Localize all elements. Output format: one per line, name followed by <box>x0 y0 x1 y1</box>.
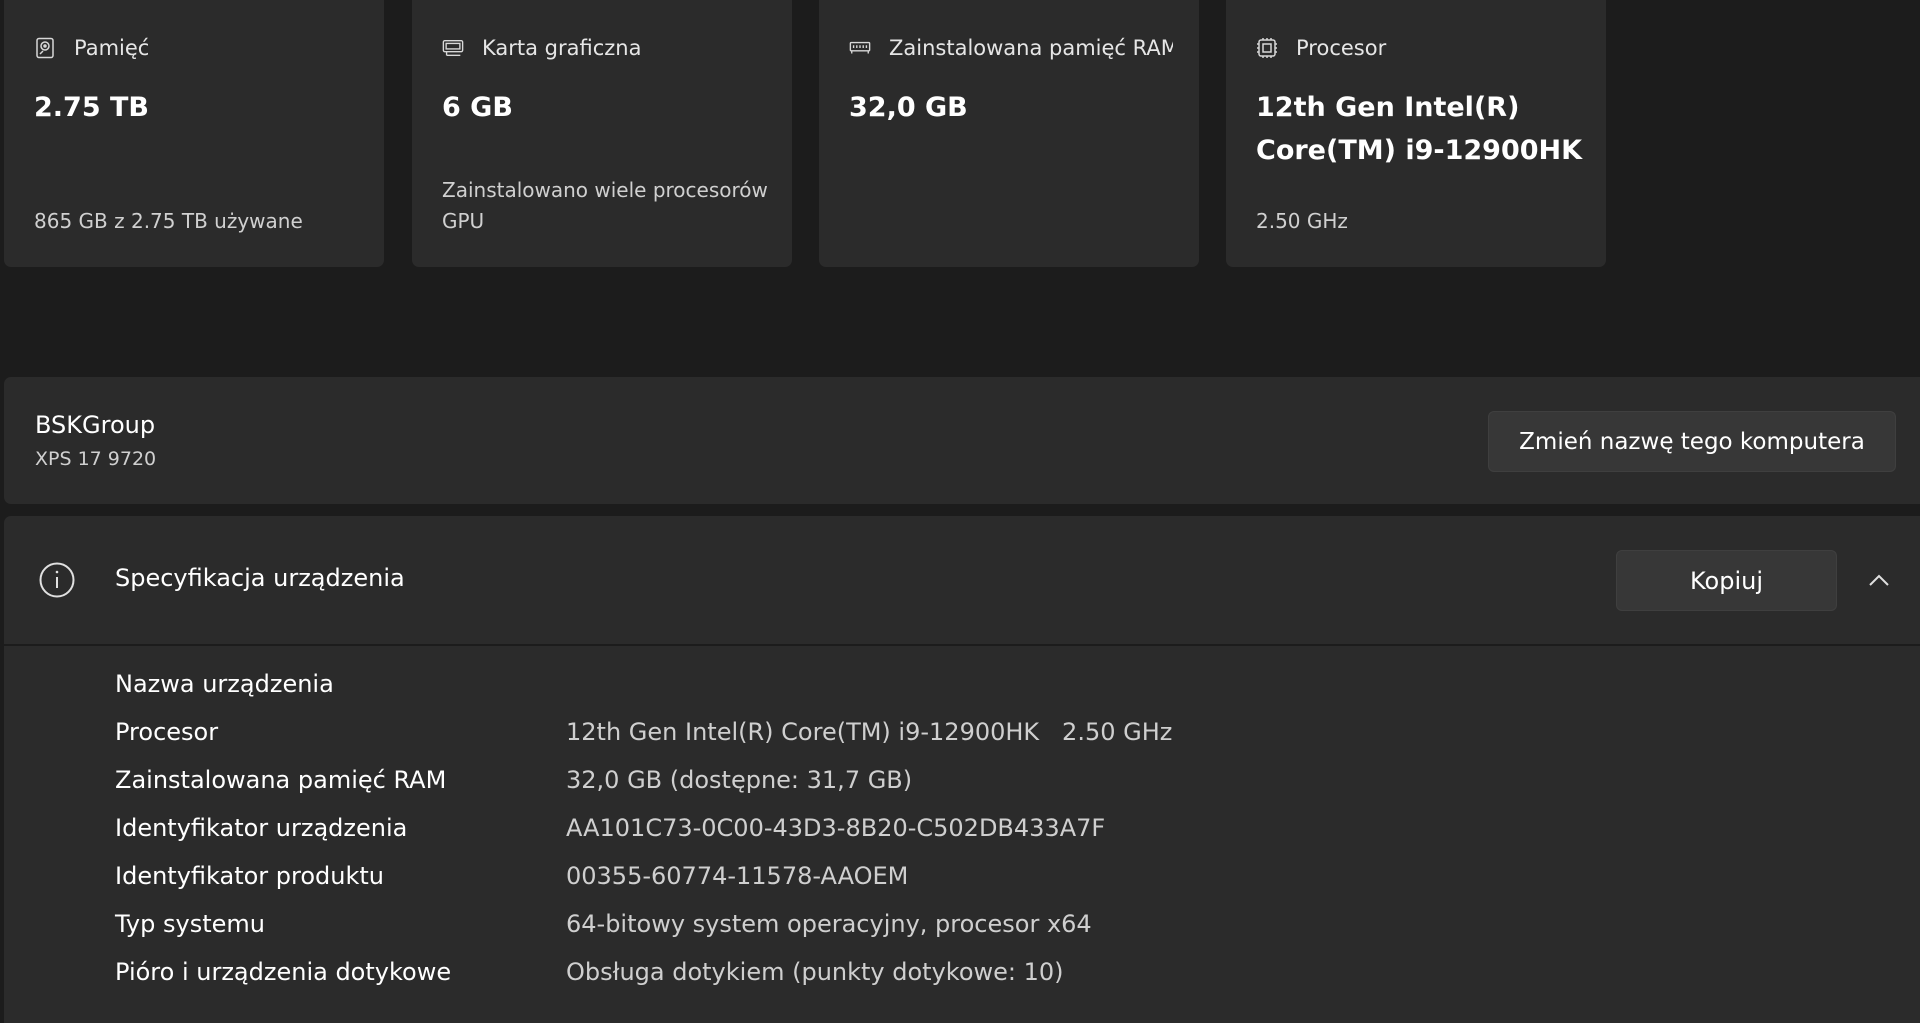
device-spec-list: Nazwa urządzenia Procesor 12th Gen Intel… <box>4 646 1920 1023</box>
spec-value: Obsługa dotykiem (punkty dotykowe: 10) <box>566 958 1064 986</box>
device-name-section: BSKGroup XPS 17 9720 Zmień nazwę tego ko… <box>4 377 1920 504</box>
device-spec-header[interactable]: Specyfikacja urządzenia Kopiuj <box>4 516 1920 644</box>
chevron-up-icon[interactable] <box>1866 567 1892 593</box>
processor-card-title: Procesor <box>1296 36 1387 60</box>
spec-value: AA101C73-0C00-43D3-8B20-C502DB433A7F <box>566 814 1106 842</box>
processor-card-header: Procesor <box>1256 33 1580 63</box>
ram-card-header: Zainstalowana pamięć RAM <box>849 33 1173 63</box>
spec-label: Typ systemu <box>115 910 265 938</box>
spec-row-product-id: Identyfikator produktu 00355-60774-11578… <box>115 856 1895 896</box>
graphics-card-header: Karta graficzna <box>442 33 766 63</box>
spec-row-system-type: Typ systemu 64-bitowy system operacyjny,… <box>115 904 1895 944</box>
storage-card-title: Pamięć <box>74 36 150 60</box>
graphics-card-value: 6 GB <box>442 92 513 123</box>
spec-label: Identyfikator produktu <box>115 862 385 890</box>
processor-card-speed: 2.50 GHz <box>1256 209 1348 233</box>
ram-card: Zainstalowana pamięć RAM 32,0 GB <box>819 0 1199 267</box>
processor-card: Procesor 12th Gen Intel(R) Core(TM) i9-1… <box>1226 0 1606 267</box>
system-about-page: Pamięć 2.75 TB 865 GB z 2.75 TB używane … <box>0 0 1920 1023</box>
spec-row-device-id: Identyfikator urządzenia AA101C73-0C00-4… <box>115 808 1895 848</box>
device-spec-title: Specyfikacja urządzenia <box>115 564 405 592</box>
spec-value: 00355-60774-11578-AAOEM <box>566 862 909 890</box>
spec-row-processor: Procesor 12th Gen Intel(R) Core(TM) i9-1… <box>115 712 1895 752</box>
spec-value: 64-bitowy system operacyjny, procesor x6… <box>566 910 1092 938</box>
device-name: BSKGroup <box>35 411 156 439</box>
spec-row-pen-touch: Pióro i urządzenia dotykowe Obsługa doty… <box>115 952 1895 992</box>
processor-icon <box>1256 37 1278 59</box>
ram-card-title: Zainstalowana pamięć RAM <box>889 36 1173 60</box>
spec-label: Procesor <box>115 718 219 746</box>
graphics-card-icon <box>442 37 464 59</box>
copy-button[interactable]: Kopiuj <box>1616 550 1837 611</box>
processor-card-value: 12th Gen Intel(R) Core(TM) i9-12900HK <box>1256 92 1583 166</box>
ram-card-value: 32,0 GB <box>849 92 968 123</box>
storage-card-header: Pamięć <box>34 33 358 63</box>
rename-pc-button[interactable]: Zmień nazwę tego komputera <box>1488 411 1896 472</box>
spec-value: 32,0 GB (dostępne: 31,7 GB) <box>566 766 913 794</box>
hard-drive-icon <box>34 37 56 59</box>
spec-label: Nazwa urządzenia <box>115 670 334 698</box>
spec-label: Identyfikator urządzenia <box>115 814 408 842</box>
graphics-card: Karta graficzna 6 GB Zainstalowano wiele… <box>412 0 792 267</box>
storage-card: Pamięć 2.75 TB 865 GB z 2.75 TB używane <box>4 0 384 267</box>
graphics-card-title: Karta graficzna <box>482 36 642 60</box>
graphics-card-note: Zainstalowano wiele procesorów GPU <box>442 178 768 233</box>
storage-card-usage: 865 GB z 2.75 TB używane <box>34 209 303 233</box>
spec-label: Zainstalowana pamięć RAM <box>115 766 447 794</box>
spec-row-device-name: Nazwa urządzenia <box>115 664 1895 704</box>
ram-icon <box>849 37 871 59</box>
info-icon <box>39 562 75 598</box>
spec-label: Pióro i urządzenia dotykowe <box>115 958 452 986</box>
spec-value: 12th Gen Intel(R) Core(TM) i9-12900HK 2.… <box>566 718 1173 746</box>
storage-card-value: 2.75 TB <box>34 92 150 123</box>
device-model: XPS 17 9720 <box>35 448 157 470</box>
spec-row-ram: Zainstalowana pamięć RAM 32,0 GB (dostęp… <box>115 760 1895 800</box>
